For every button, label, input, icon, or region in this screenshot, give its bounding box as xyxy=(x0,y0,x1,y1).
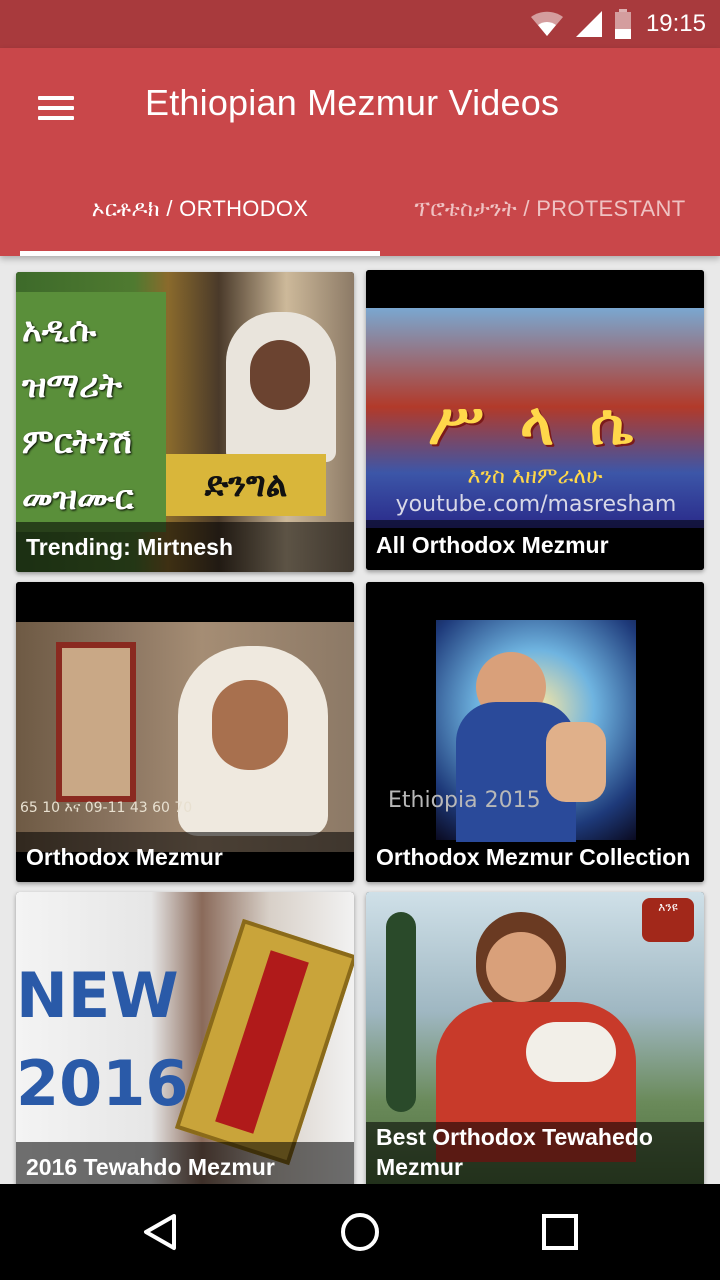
video-card[interactable]: 65 10 እና 09-11 43 60 70 Orthodox Mezmur xyxy=(16,582,354,882)
thumb-overlay-text: Ethiopia 2015 xyxy=(388,788,541,813)
video-title: Orthodox Mezmur xyxy=(16,832,354,882)
video-card[interactable]: አዲሱ ዝማሪት ምርትነሽ መዝሙር ድንግል Trending: Mirtn… xyxy=(16,272,354,572)
tab-protestant[interactable]: ፕሮቴስታንት / PROTESTANT xyxy=(380,184,720,256)
video-card[interactable]: NEW 2016 2016 Tewahdo Mezmur xyxy=(16,892,354,1184)
thumb-url: youtube.com/masresham xyxy=(395,492,677,517)
tab-protestant-label: ፕሮቴስታንት / PROTESTANT xyxy=(414,196,686,221)
thumb-text-line: NEW xyxy=(16,959,179,1032)
thumb-badge: ድንግል xyxy=(166,454,326,516)
thumb-text-line: 2016 xyxy=(16,1047,189,1120)
video-title: Best Orthodox Tewahedo Mezmur xyxy=(366,1122,704,1184)
video-title: 2016 Tewahdo Mezmur xyxy=(16,1142,354,1184)
thumb-overlay-text: 65 10 እና 09-11 43 60 70 xyxy=(20,800,193,816)
app-bar: Ethiopian Mezmur Videos ኦርቶዶክ / ORTHODOX… xyxy=(0,48,720,256)
video-card[interactable]: ሥ ላ ሴ እንስ እዘምራለሁ youtube.com/masresham A… xyxy=(366,270,704,570)
thumb-text-line: ምርትነሽ xyxy=(22,422,132,462)
thumb-text-line: መዝሙር xyxy=(22,478,134,518)
video-thumbnail: NEW 2016 xyxy=(16,892,354,1184)
video-title: Trending: Mirtnesh xyxy=(16,522,354,572)
tab-orthodox-label: ኦርቶዶክ / ORTHODOX xyxy=(91,196,309,221)
app-title: Ethiopian Mezmur Videos xyxy=(145,82,560,123)
thumb-subtitle: እንስ እዘምራለሁ xyxy=(467,464,603,489)
battery-icon xyxy=(614,9,631,39)
video-card[interactable]: Ethiopia 2015 Orthodox Mezmur Collection xyxy=(366,582,704,882)
video-title: All Orthodox Mezmur xyxy=(366,520,704,570)
tab-orthodox[interactable]: ኦርቶዶክ / ORTHODOX xyxy=(20,184,380,256)
video-title: Orthodox Mezmur Collection xyxy=(366,842,704,882)
back-triangle-icon xyxy=(144,1214,176,1250)
thumb-title: ሥ ላ ሴ xyxy=(428,390,642,458)
status-bar: 19:15 xyxy=(0,0,720,48)
cell-signal-icon xyxy=(575,11,602,37)
wifi-icon xyxy=(530,11,563,36)
home-circle-icon xyxy=(341,1213,379,1251)
status-time: 19:15 xyxy=(645,10,706,37)
thumb-badge: እንዩ xyxy=(642,898,694,942)
hamburger-menu-icon[interactable] xyxy=(32,88,80,128)
video-card[interactable]: እንዩ Best Orthodox Tewahedo Mezmur xyxy=(366,892,704,1184)
thumb-text-line: አዲሱ xyxy=(22,310,97,350)
recents-button[interactable] xyxy=(530,1204,590,1260)
video-grid: አዲሱ ዝማሪት ምርትነሽ መዝሙር ድንግል Trending: Mirtn… xyxy=(0,256,720,1184)
thumb-text-line: ዝማሪት xyxy=(22,366,122,406)
back-button[interactable] xyxy=(130,1204,190,1260)
recents-square-icon xyxy=(542,1214,578,1250)
home-button[interactable] xyxy=(330,1204,390,1260)
navigation-bar xyxy=(0,1184,720,1280)
status-icons: 19:15 xyxy=(530,8,706,40)
video-thumbnail: Ethiopia 2015 xyxy=(366,582,704,882)
